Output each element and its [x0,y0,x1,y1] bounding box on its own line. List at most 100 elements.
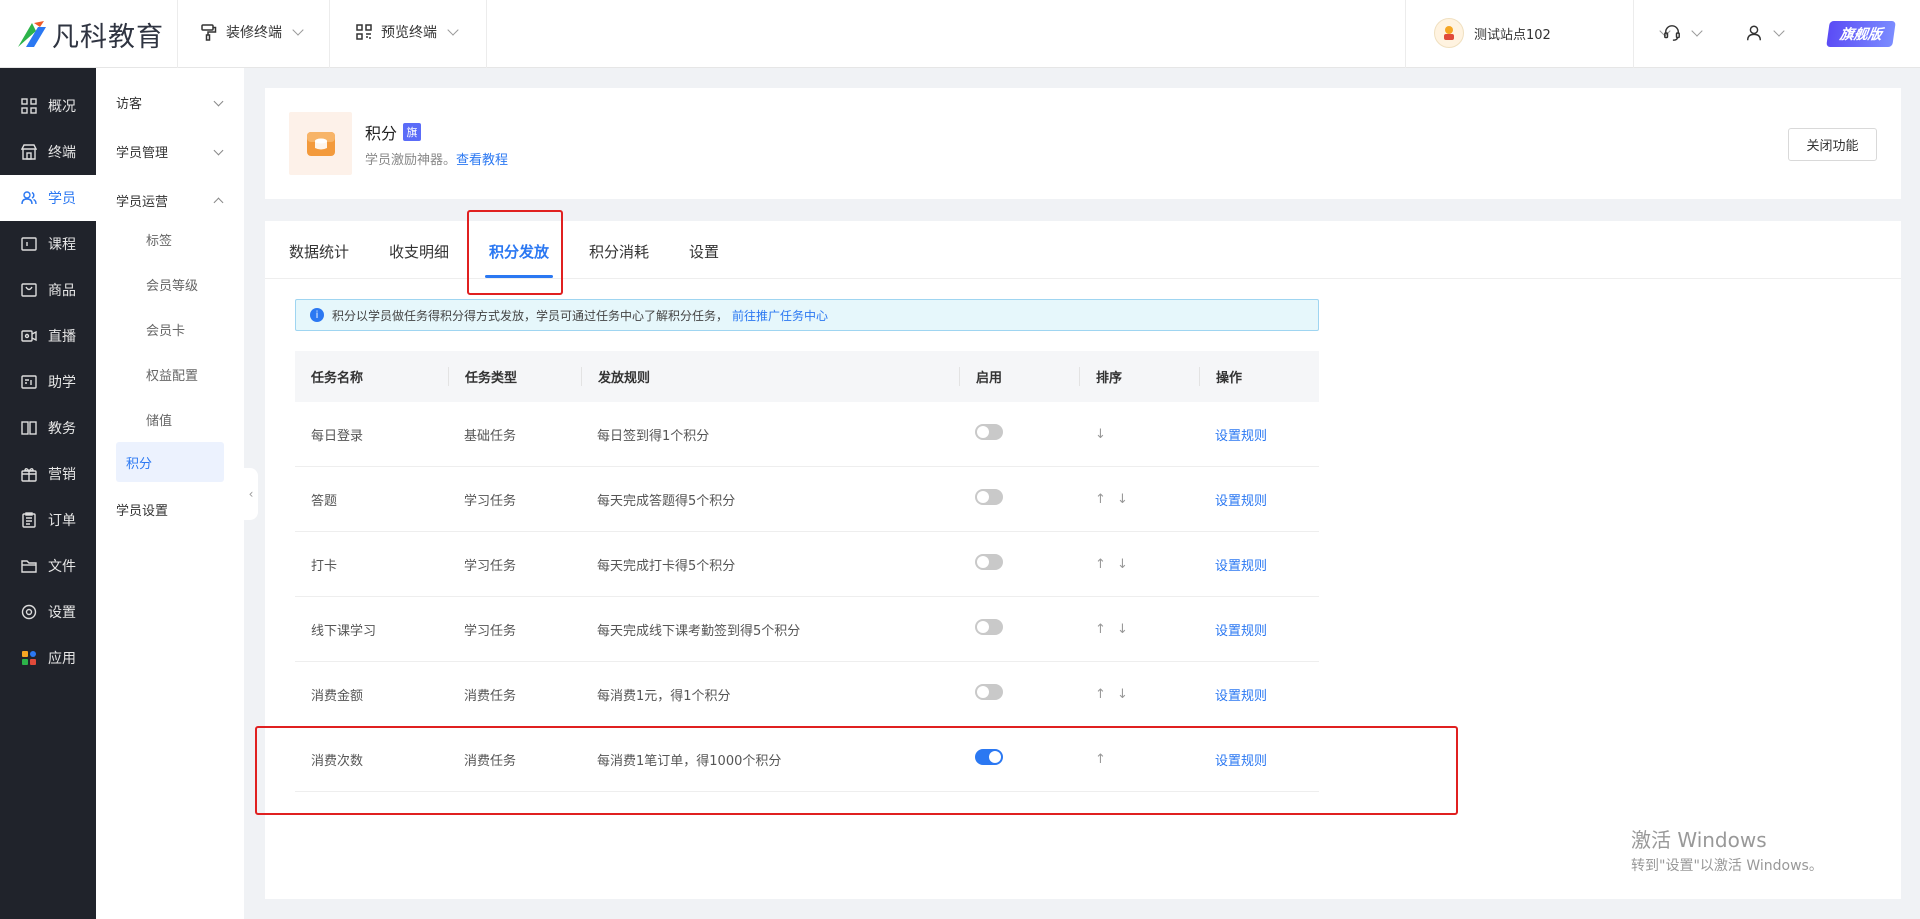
subnav-group-student-management[interactable]: 学员管理 [96,127,244,176]
top-bar: 凡科教育 装修终端 预览终端 测试站点102 旗舰版 [0,0,1920,68]
subnav-group-visitor[interactable]: 访客 [96,78,244,127]
view-tutorial-link[interactable]: 查看教程 [456,153,508,168]
divider [486,0,487,68]
task-rule-cell: 每天完成线下课考勤签到得5个积分 [597,623,801,639]
sidebar-item-orders[interactable]: 订单 [0,497,96,543]
tab-settings[interactable]: 设置 [689,241,719,262]
subnav-item-member-level[interactable]: 会员等级 [116,262,224,307]
task-type-cell: 基础任务 [464,428,517,444]
edition-badge[interactable]: 旗舰版 [1826,21,1896,47]
enable-toggle[interactable] [975,554,1003,570]
move-down-arrow-icon[interactable]: ↓ [1117,492,1128,507]
sidebar-item-marketing[interactable]: 营销 [0,451,96,497]
table-row: 每日登录 基础任务 每日签到得1个积分 ↓ 设置规则 [295,402,1319,467]
set-rule-link[interactable]: 设置规则 [1215,689,1267,704]
subnav-item-tags[interactable]: 标签 [116,217,224,262]
subnav-group-student-settings[interactable]: 学员设置 [96,482,244,536]
site-name: 测试站点102 [1474,27,1551,43]
set-rule-link[interactable]: 设置规则 [1215,559,1267,574]
task-name-cell: 消费金额 [311,688,364,704]
logo-mark-icon [14,17,48,51]
enable-toggle[interactable] [975,619,1003,635]
account-button[interactable] [1745,24,1785,42]
enable-toggle[interactable] [975,489,1003,505]
brand-name: 凡科教育 [52,21,164,53]
task-rule-cell: 每天完成打卡得5个积分 [597,558,736,574]
table-row: 消费金额 消费任务 每消费1元，得1个积分 ↑ ↓ 设置规则 [295,662,1319,727]
set-rule-link[interactable]: 设置规则 [1215,624,1267,639]
tab-points-consume[interactable]: 积分消耗 [589,241,649,262]
column-header: 启用 [959,367,1079,386]
sidebar-item-label: 订单 [48,513,76,529]
task-name-cell: 线下课学习 [311,623,377,639]
paint-roller-icon [200,23,218,41]
bag-icon [20,281,38,299]
task-name-cell: 打卡 [311,558,338,574]
chevron-down-icon [447,24,459,36]
brand-logo[interactable]: 凡科教育 [14,14,164,54]
decorate-terminal-label: 装修终端 [226,25,282,41]
page-description: 学员激励神器。查看教程 [365,149,508,168]
subnav-item-benefits[interactable]: 权益配置 [116,352,224,397]
move-down-arrow-icon[interactable]: ↓ [1117,687,1128,702]
sidebar-item-study-help[interactable]: 助学 [0,359,96,405]
column-header: 排序 [1079,367,1199,386]
sidebar-item-courses[interactable]: 课程 [0,221,96,267]
headset-icon [1663,24,1681,42]
sidebar-item-apps[interactable]: 应用 [0,635,96,681]
move-down-arrow-icon[interactable]: ↓ [1095,427,1106,442]
info-icon: i [310,308,324,322]
task-type-cell: 学习任务 [464,623,517,639]
watermark-line1: 激活 Windows [1631,828,1767,852]
chevron-down-icon [213,145,224,155]
sidebar-item-students[interactable]: 学员 [0,175,96,221]
divider [1405,0,1406,68]
notice-text: 积分以学员做任务得积分得方式发放，学员可通过任务中心了解积分任务， [332,308,729,323]
enable-toggle[interactable] [975,684,1003,700]
close-feature-button[interactable]: 关闭功能 [1788,128,1877,161]
move-down-arrow-icon[interactable]: ↓ [1117,557,1128,572]
decorate-terminal-button[interactable]: 装修终端 [200,22,304,42]
set-rule-link[interactable]: 设置规则 [1215,494,1267,509]
sidebar-item-products[interactable]: 商品 [0,267,96,313]
move-up-arrow-icon[interactable]: ↑ [1095,492,1106,507]
sidebar-item-academic[interactable]: 教务 [0,405,96,451]
sidebar-item-label: 助学 [48,375,76,391]
move-down-arrow-icon[interactable]: ↓ [1117,622,1128,637]
sidebar-item-overview[interactable]: 概况 [0,83,96,129]
main-sidebar: 概况 终端 学员 课程 商品 直播 助学 教务 营销 订单 文件 设置 应用 [0,68,96,919]
sidebar-item-label: 学员 [48,191,76,207]
gift-icon [20,465,38,483]
subnav-item-points[interactable]: 积分 [116,442,224,482]
order-icon [20,511,38,529]
move-up-arrow-icon[interactable]: ↑ [1095,622,1106,637]
chevron-down-icon [213,96,224,106]
preview-terminal-button[interactable]: 预览终端 [355,22,459,42]
task-type-cell: 学习任务 [464,558,517,574]
sidebar-item-terminal[interactable]: 终端 [0,129,96,175]
subnav-item-member-card[interactable]: 会员卡 [116,307,224,352]
enable-toggle[interactable] [975,424,1003,440]
sidebar-item-live[interactable]: 直播 [0,313,96,359]
move-up-arrow-icon[interactable]: ↑ [1095,687,1106,702]
sidebar-item-label: 设置 [48,605,76,621]
task-rule-cell: 每天完成答题得5个积分 [597,493,736,509]
tab-data-stats[interactable]: 数据统计 [289,241,349,262]
windows-activation-watermark: 激活 Windows 转到"设置"以激活 Windows。 [1631,824,1823,875]
set-rule-link[interactable]: 设置规则 [1215,429,1267,444]
subnav-group-label: 访客 [116,97,143,112]
site-avatar-icon [1434,18,1464,48]
support-button[interactable] [1663,24,1703,42]
move-up-arrow-icon[interactable]: ↑ [1095,557,1106,572]
points-feature-icon [289,112,352,175]
sidebar-item-files[interactable]: 文件 [0,543,96,589]
collapse-sidebar-handle[interactable]: ‹ [244,468,258,520]
tab-income-expense[interactable]: 收支明细 [389,241,449,262]
promotion-task-center-link[interactable]: 前往推广任务中心 [732,307,828,324]
live-icon [20,327,38,345]
page-description-text: 学员激励神器。 [365,153,457,168]
sidebar-item-settings[interactable]: 设置 [0,589,96,635]
page-title-text: 积分 [365,124,398,143]
help-study-icon [20,373,38,391]
subnav-item-stored-value[interactable]: 储值 [116,397,224,442]
